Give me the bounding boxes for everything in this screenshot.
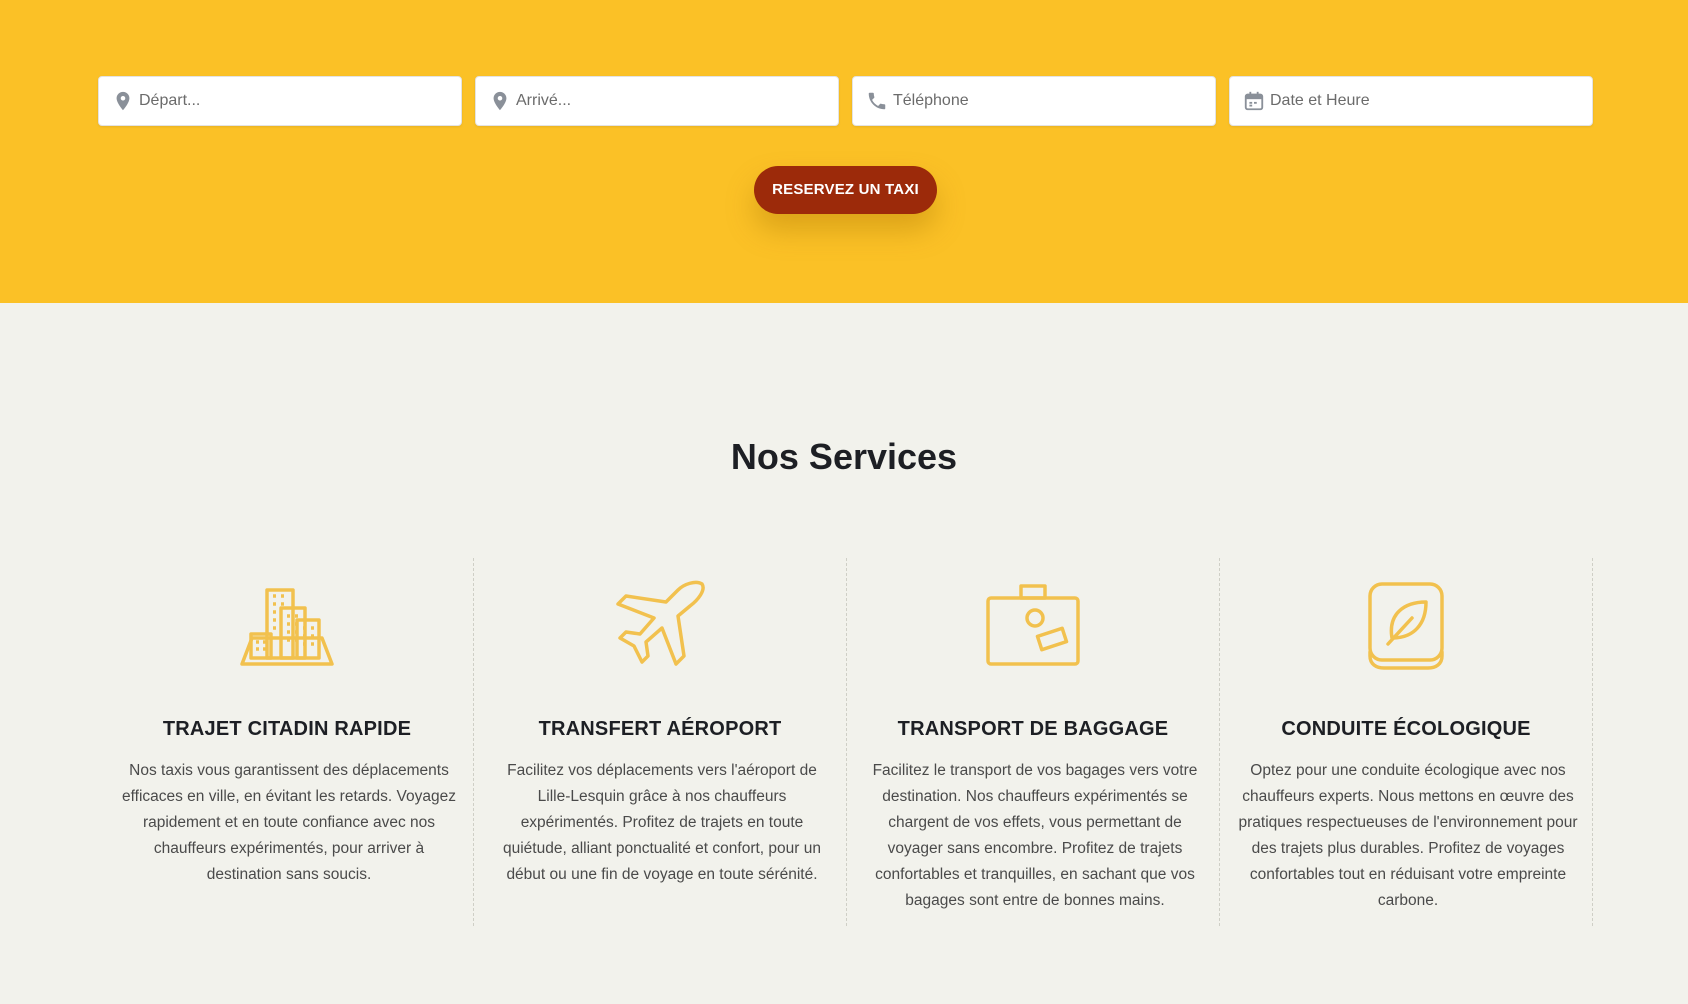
map-pin-icon	[116, 91, 130, 111]
service-title: CONDUITE ÉCOLOGIQUE	[1281, 718, 1531, 740]
service-title: TRANSFERT AÉROPORT	[538, 718, 782, 740]
calendar-icon	[1244, 91, 1264, 111]
arrival-placeholder: Arrivé...	[516, 92, 572, 109]
service-description: Facilitez vos déplacements vers l'aéropo…	[503, 762, 821, 883]
airplane-icon	[616, 580, 705, 666]
booking-hero: Départ... Arrivé... Téléphone Date et He…	[0, 0, 1688, 303]
departure-placeholder: Départ...	[139, 92, 201, 109]
service-description: Nos taxis vous garantissent des déplacem…	[121, 762, 456, 883]
service-card-baggage: TRANSPORT DE BAGGAGE Facilitez le transp…	[847, 558, 1220, 926]
phone-field[interactable]: Téléphone	[852, 76, 1216, 126]
service-card-city: TRAJET CITADIN RAPIDE Nos taxis vous gar…	[101, 558, 474, 926]
service-card-eco: CONDUITE ÉCOLOGIQUE Optez pour une condu…	[1220, 558, 1593, 926]
book-taxi-button[interactable]: RESERVEZ UN TAXI	[754, 166, 937, 214]
service-description: Optez pour une conduite écologique avec …	[1238, 762, 1578, 909]
map-pin-icon	[493, 91, 507, 111]
arrival-field[interactable]: Arrivé...	[475, 76, 839, 126]
city-buildings-icon	[240, 588, 334, 666]
phone-placeholder: Téléphone	[893, 92, 969, 109]
service-title: TRANSPORT DE BAGGAGE	[897, 718, 1169, 740]
departure-field[interactable]: Départ...	[98, 76, 462, 126]
column-divider	[473, 558, 474, 926]
datetime-field[interactable]: Date et Heure	[1229, 76, 1593, 126]
suitcase-icon	[986, 584, 1080, 666]
leaf-app-icon	[1368, 582, 1444, 670]
services-title: Nos Services	[730, 436, 958, 477]
service-card-airport: TRANSFERT AÉROPORT Facilitez vos déplace…	[474, 558, 847, 926]
service-title: TRAJET CITADIN RAPIDE	[162, 718, 412, 740]
datetime-placeholder: Date et Heure	[1270, 92, 1370, 109]
phone-icon	[868, 92, 886, 110]
service-description: Facilitez le transport de vos bagages ve…	[872, 762, 1198, 909]
